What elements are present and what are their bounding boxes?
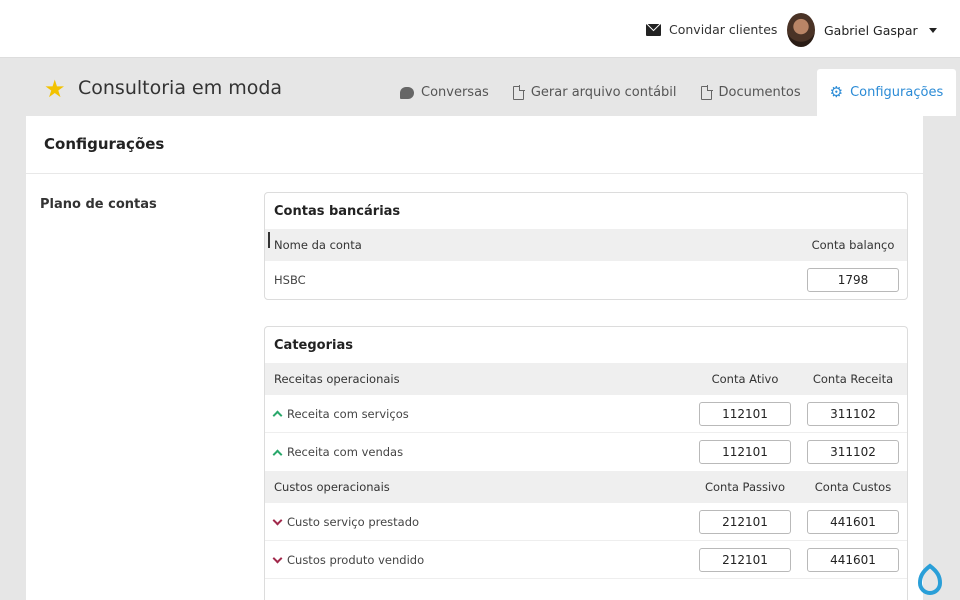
tab-configuracoes[interactable]: ⚙ Configurações (816, 69, 957, 116)
column-header-balance: Conta balanço (811, 238, 895, 252)
file-export-icon (512, 84, 525, 100)
user-menu[interactable]: Gabriel Gaspar (787, 13, 937, 47)
asset-account-input[interactable] (699, 401, 791, 426)
balance-account-input[interactable] (807, 268, 899, 292)
chevron-down-icon (928, 27, 937, 33)
table-row: Receita com serviços (265, 395, 907, 433)
liability-account-input[interactable] (699, 509, 791, 534)
column-header-receita: Conta Receita (812, 372, 894, 386)
cost-account-input[interactable] (807, 547, 899, 572)
invite-clients-label: Convidar clientes (669, 22, 778, 37)
tab-label: Conversas (421, 85, 489, 100)
star-icon[interactable]: ★ (44, 77, 66, 101)
tab-label: Gerar arquivo contábil (530, 85, 677, 100)
invite-clients-button[interactable]: Convidar clientes (646, 22, 777, 37)
category-cell: Custo serviço prestado (265, 515, 419, 529)
panel-title: Categorias (274, 337, 353, 353)
liability-account-input[interactable] (699, 547, 791, 572)
cost-account-input[interactable] (807, 509, 899, 534)
avatar (787, 13, 815, 47)
column-header-ativo: Conta Ativo (711, 372, 779, 386)
chevron-up-icon (272, 449, 283, 459)
category-cell: Receita com serviços (265, 407, 409, 421)
tab-gerar-arquivo-contabil[interactable]: Gerar arquivo contábil (501, 69, 689, 116)
group-name: Receitas operacionais (274, 372, 400, 386)
table-row: HSBC (265, 261, 907, 299)
chevron-down-icon (272, 515, 283, 525)
table-row: Custos produto vendido (265, 541, 907, 579)
category-name: Custo serviço prestado (287, 514, 420, 529)
category-cell: Custos produto vendido (265, 553, 424, 567)
app-title: Consultoria em moda (78, 77, 283, 99)
column-header-passivo: Conta Passivo (704, 480, 786, 494)
divider (26, 173, 923, 174)
tab-conversas[interactable]: Conversas (388, 69, 501, 116)
category-name: Receita com vendas (287, 445, 404, 459)
column-header-name: Nome da conta (274, 238, 362, 252)
panel-title: Contas bancárias (274, 203, 401, 219)
envelope-icon (646, 23, 661, 36)
table-row: Receita com vendas (265, 433, 907, 471)
chevron-up-icon (272, 410, 283, 421)
text-cursor (268, 232, 270, 248)
app-header: ★ Consultoria em moda Conversas Gerar ar… (0, 59, 960, 116)
table-row: Custo serviço prestado (265, 503, 907, 541)
category-name: Receita com serviços (287, 406, 409, 421)
chevron-down-icon (272, 553, 283, 563)
group-header-receitas: Receitas operacionais Conta Ativo Conta … (265, 363, 907, 395)
table-header: Nome da conta Conta balanço (265, 229, 907, 261)
categories-panel: Categorias Receitas operacionais Conta A… (264, 326, 908, 600)
group-header-custos: Custos operacionais Conta Passivo Conta … (265, 471, 907, 503)
category-name: Custos produto vendido (287, 552, 425, 567)
gear-icon: ⚙ (829, 83, 844, 101)
top-bar: Convidar clientes Gabriel Gaspar (0, 0, 960, 58)
document-icon (700, 84, 713, 100)
settings-card: Configurações Plano de contas Contas ban… (26, 116, 923, 600)
brand-logo-icon (917, 563, 943, 595)
revenue-account-input[interactable] (807, 401, 899, 426)
asset-account-input[interactable] (699, 440, 791, 464)
main-tabs: Conversas Gerar arquivo contábil Documen… (388, 69, 957, 116)
section-label-plano-de-contas: Plano de contas (40, 197, 157, 212)
category-cell: Receita com vendas (265, 445, 403, 459)
page-title: Configurações (44, 135, 165, 153)
tab-documentos[interactable]: Documentos (689, 69, 813, 116)
account-name: HSBC (274, 273, 306, 287)
tab-label: Configurações (850, 85, 944, 100)
column-header-custos: Conta Custos (814, 480, 892, 494)
chat-icon (400, 86, 414, 99)
bank-accounts-panel: Contas bancárias Nome da conta Conta bal… (264, 192, 908, 300)
group-name: Custos operacionais (274, 480, 390, 494)
revenue-account-input[interactable] (807, 440, 899, 464)
tab-label: Documentos (718, 85, 801, 100)
user-name: Gabriel Gaspar (824, 22, 918, 38)
